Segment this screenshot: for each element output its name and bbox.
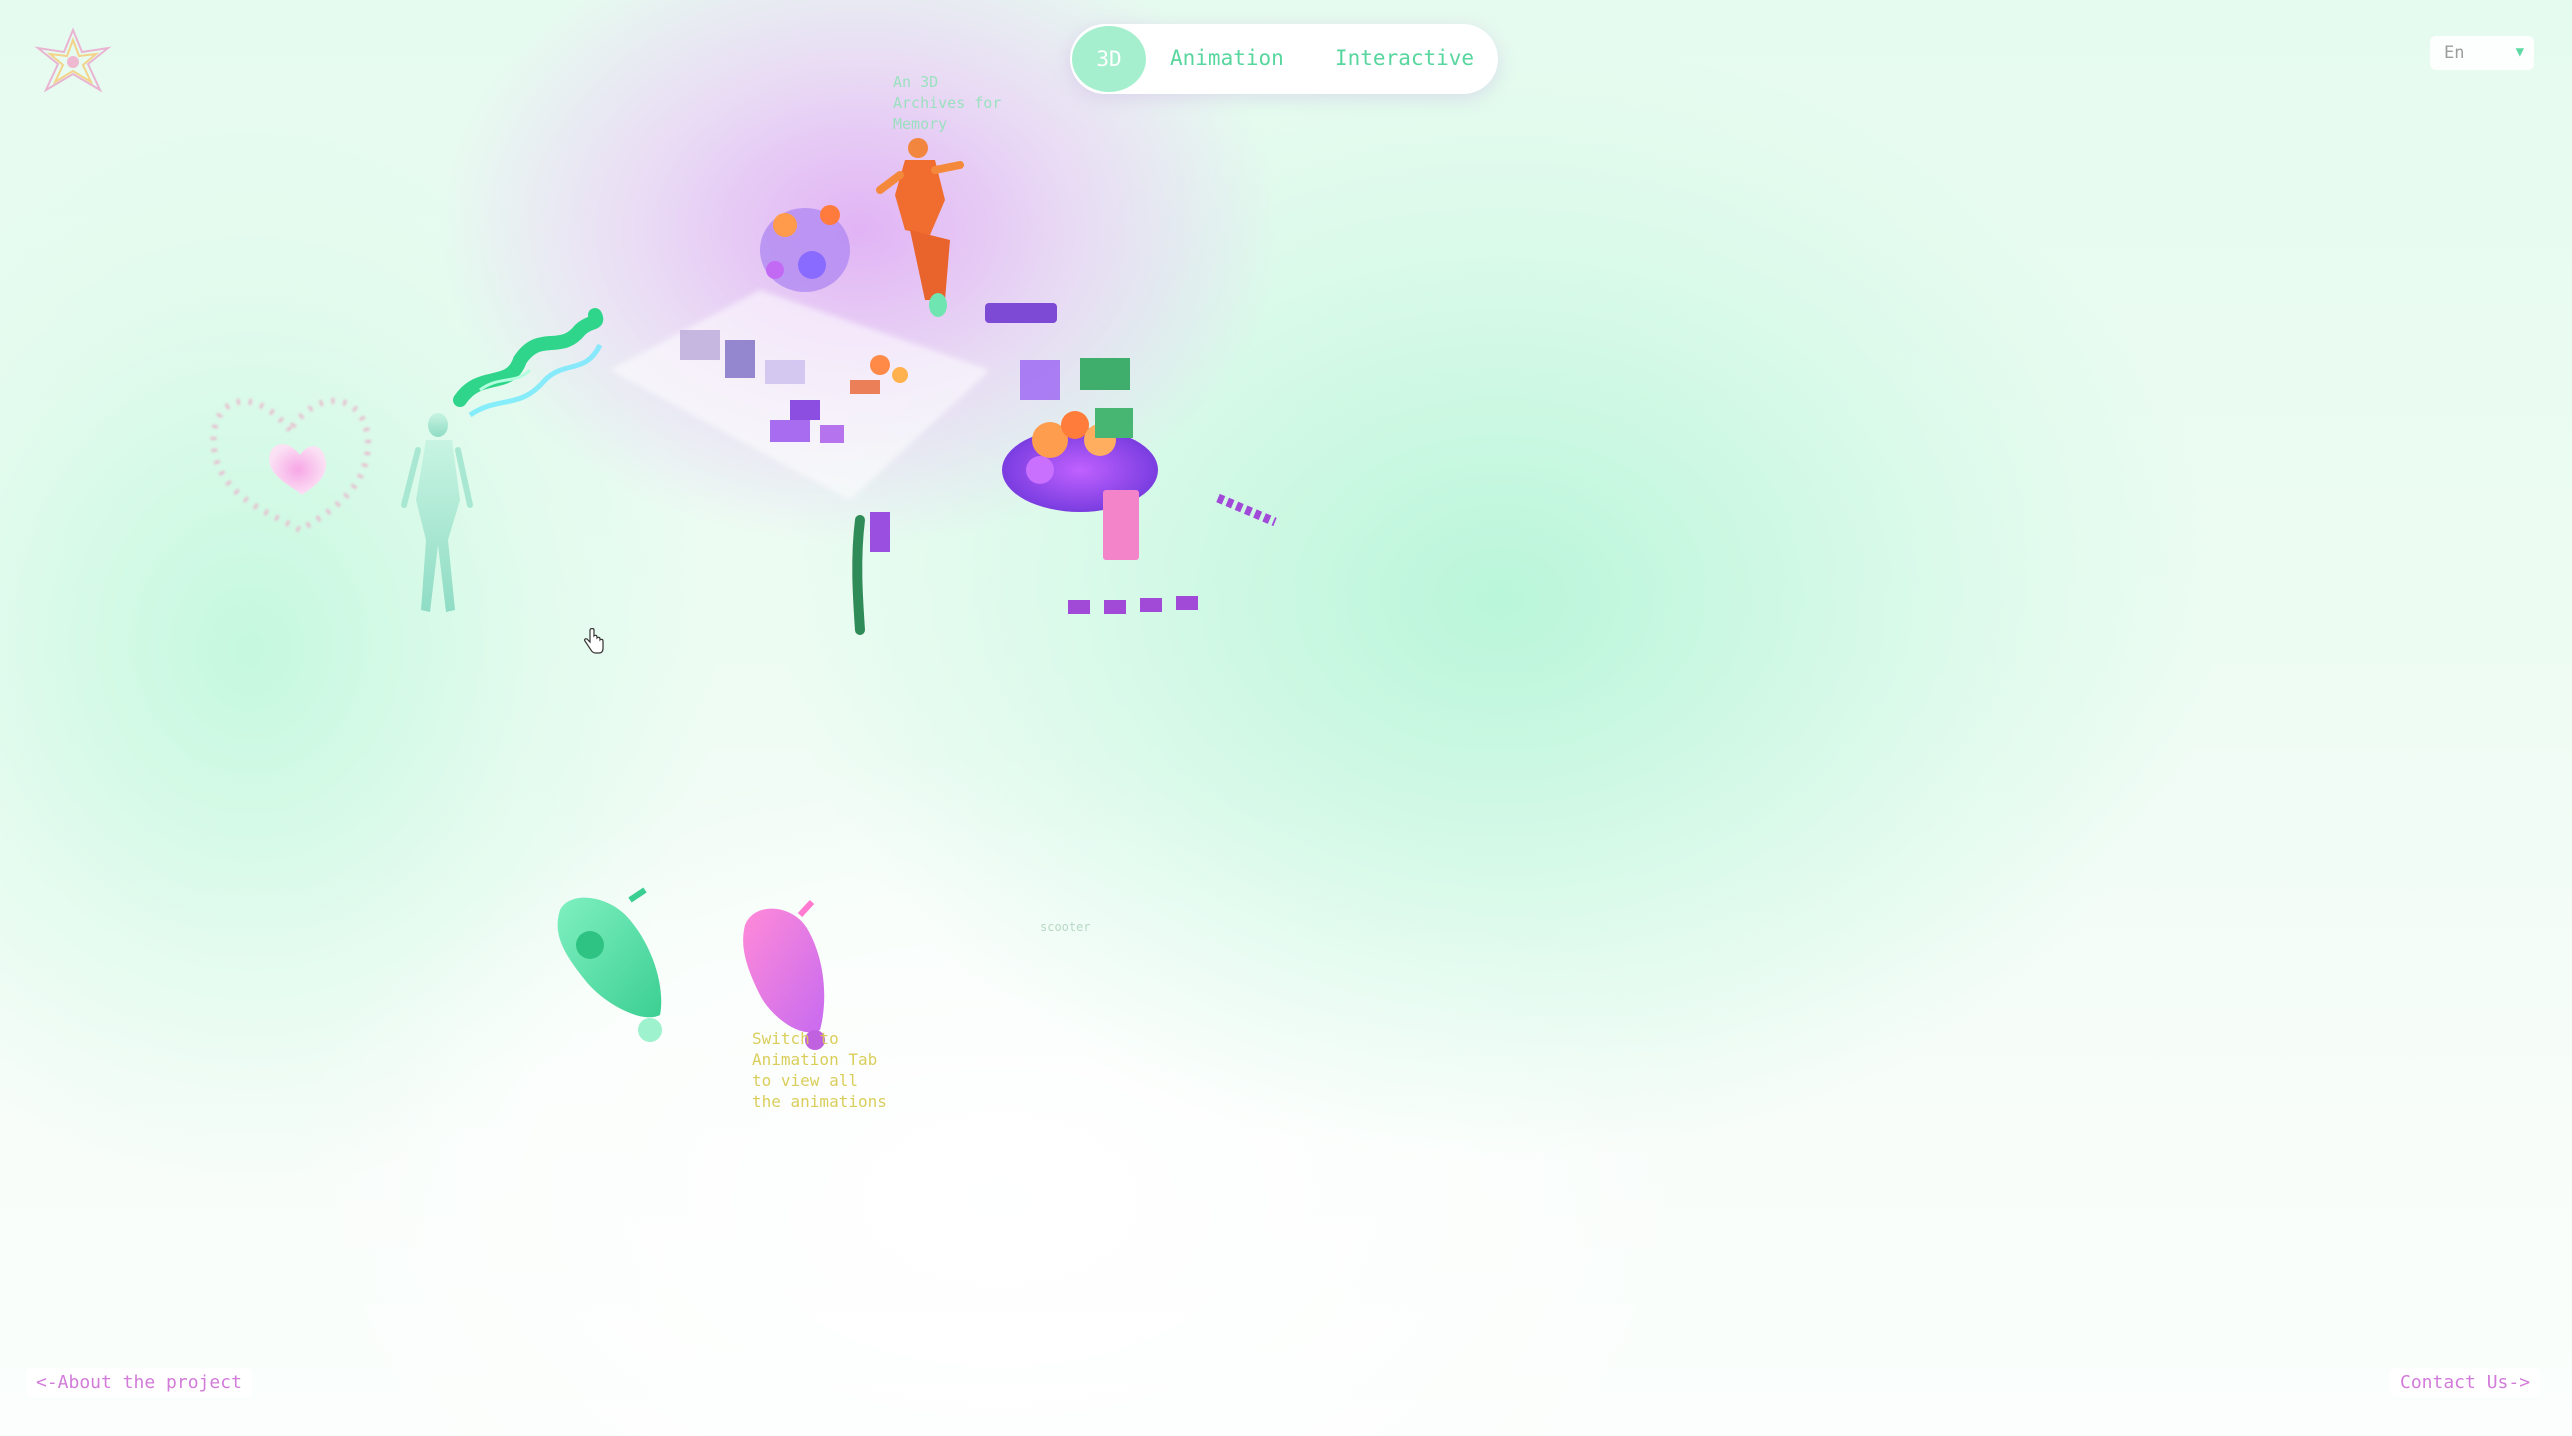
floating-tiles <box>852 493 1277 635</box>
scene-object-label: scooter <box>1040 920 1091 934</box>
scene-canvas[interactable] <box>0 0 2572 1436</box>
archive-caption: An 3D Archives for Memory <box>893 73 1002 133</box>
about-project-link[interactable]: <-About the project <box>26 1368 252 1397</box>
neon-graffiti-sign-model[interactable] <box>453 308 604 418</box>
contact-us-link[interactable]: Contact Us-> <box>2390 1368 2541 1397</box>
flower-cart-model[interactable] <box>1002 358 1158 560</box>
heart-frame-model[interactable] <box>210 397 372 534</box>
woman-figure-model[interactable] <box>401 413 473 612</box>
green-scooter-model[interactable] <box>557 887 662 1042</box>
scooter-rider-model[interactable] <box>876 138 964 317</box>
viewport: 3D Animation Interactive En ▼ An 3D Arch… <box>0 0 2572 1436</box>
purple-sign-model[interactable] <box>985 303 1057 323</box>
animation-hint: Switch to Animation Tab to view all the … <box>752 1029 887 1111</box>
hand-cursor-icon <box>584 628 604 654</box>
